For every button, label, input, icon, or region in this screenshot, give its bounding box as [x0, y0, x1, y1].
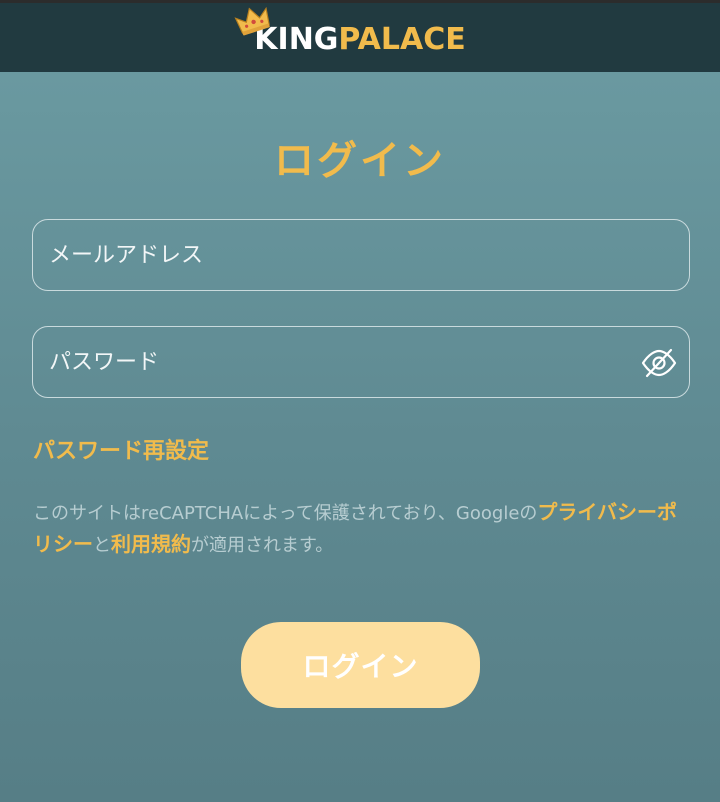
recaptcha-text-after: が適用されます。 — [191, 535, 334, 556]
site-logo[interactable]: KING PALACE — [234, 6, 466, 57]
password-reset-link[interactable]: パスワード再設定 — [33, 433, 209, 465]
eye-off-icon[interactable] — [641, 347, 677, 379]
recaptcha-text-before: このサイトはreCAPTCHAによって保護されており、Googleの — [33, 503, 538, 524]
email-field — [32, 219, 690, 291]
login-button[interactable]: ログイン — [241, 622, 480, 708]
page-title: ログイン — [274, 138, 446, 184]
logo-text-palace: PALACE — [338, 21, 466, 57]
recaptcha-text-middle: と — [93, 535, 111, 556]
password-field — [32, 326, 690, 398]
terms-of-service-link[interactable]: 利用規約 — [111, 532, 191, 556]
password-input[interactable] — [33, 327, 689, 397]
email-input[interactable] — [33, 220, 689, 290]
login-page: KINGPALACE ログイン パスワード再設定 このサイトはreCAPTCHA… — [0, 0, 720, 802]
recaptcha-notice: このサイトはreCAPTCHAによって保護されており、Googleのプライバシー… — [33, 497, 693, 561]
site-header: KING PALACE — [0, 0, 720, 72]
